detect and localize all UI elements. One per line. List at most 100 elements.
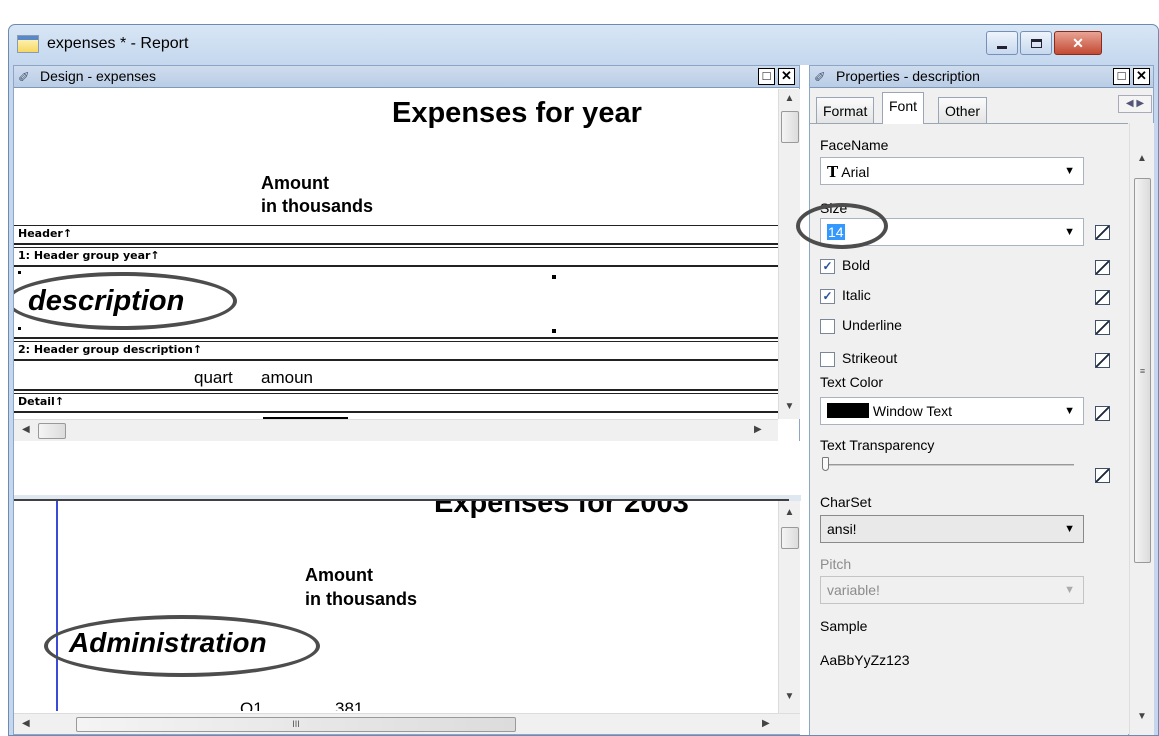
transparency-expression-button[interactable] [1095,468,1110,483]
report-window: expenses * - Report ✕ ✐ Design - expense… [8,24,1159,736]
underline-expression-button[interactable] [1095,320,1110,335]
quarter-field[interactable]: quart [194,368,233,388]
properties-vertical-scrollbar[interactable]: ▲ ≡ ▼ [1129,123,1154,735]
scroll-up-arrow[interactable]: ▲ [779,93,800,104]
band-divider[interactable] [14,411,778,413]
band-divider[interactable] [14,389,778,391]
text-color-dropdown[interactable]: Window Text ▼ [820,397,1084,425]
field-handle [18,271,21,274]
scroll-left-arrow[interactable]: ◀ [22,718,30,729]
close-icon: ✕ [1072,34,1084,51]
properties-pane-titlebar[interactable]: ✐ Properties - description □ ✕ [810,66,1153,88]
charset-dropdown[interactable]: ansi! ▼ [820,515,1084,543]
design-pane-title: Design - expenses [40,68,156,84]
preview-canvas[interactable]: Expenses for 2003 Amount in thousands Ad… [14,501,774,711]
properties-maximize-button[interactable]: □ [1113,68,1130,85]
strikeout-checkbox[interactable] [820,352,835,367]
group-year-band-label[interactable]: 1: Header group year↑ [18,249,160,262]
slider-handle[interactable] [822,457,829,471]
mdi-client-area: ✐ Design - expenses □ ✕ Expenses for yea… [13,65,1154,735]
band-divider[interactable] [14,265,778,267]
bold-label: Bold [842,257,871,273]
scroll-up-arrow[interactable]: ▲ [779,507,800,518]
design-pane: ✐ Design - expenses □ ✕ Expenses for yea… [13,65,801,520]
charset-value: ansi! [827,521,857,537]
scroll-down-arrow[interactable]: ▼ [1130,711,1154,722]
preview-horizontal-scrollbar[interactable]: ◀ III ▶ [14,713,800,734]
preview-vertical-scrollbar[interactable]: ▲ ▼ [778,501,800,713]
bold-expression-button[interactable] [1095,260,1110,275]
properties-pane: ✐ Properties - description □ ✕ Format Fo… [796,65,1154,735]
scroll-grip: III [292,719,300,729]
design-horizontal-scrollbar[interactable]: ◀ ▶ [14,419,778,441]
italic-expression-button[interactable] [1095,290,1110,305]
scroll-thumb[interactable] [781,527,799,549]
scroll-left-arrow[interactable]: ◀ [22,424,30,435]
scroll-right-arrow[interactable]: ▶ [762,718,770,729]
band-divider[interactable] [14,337,778,339]
chevron-down-icon: ▼ [1064,584,1075,596]
sample-text: AaBbYyZz123 [820,652,910,668]
band-divider[interactable] [14,359,778,361]
tab-format[interactable]: Format [816,97,875,123]
amount-heading-line2[interactable]: in thousands [261,196,373,217]
scroll-down-arrow[interactable]: ▼ [779,691,800,702]
amount-field[interactable]: amoun [261,368,313,388]
properties-pane-title: Properties - description [836,68,980,84]
band-divider[interactable] [14,243,778,245]
italic-label: Italic [842,287,871,303]
sample-label: Sample [820,618,868,634]
underline-checkbox[interactable] [820,319,835,334]
scroll-up-arrow[interactable]: ▲ [1130,153,1154,164]
pin-icon[interactable]: ✐ [814,69,826,86]
chevron-down-icon: ▼ [1064,165,1075,177]
design-vertical-scrollbar[interactable]: ▲ ▼ [778,89,800,419]
text-transparency-label: Text Transparency [820,437,935,453]
transparency-slider[interactable] [822,464,1074,466]
scroll-thumb[interactable] [38,423,66,439]
pitch-dropdown: variable! ▼ [820,576,1084,604]
pitch-label: Pitch [820,556,852,572]
minimize-button[interactable] [986,31,1018,55]
design-pane-titlebar[interactable]: ✐ Design - expenses □ ✕ [14,66,799,88]
group-description-band-label[interactable]: 2: Header group description↑ [18,343,202,356]
scroll-thumb[interactable] [781,111,799,143]
title-bar[interactable]: expenses * - Report ✕ [9,25,1158,63]
size-expression-button[interactable] [1095,225,1110,240]
scroll-down-arrow[interactable]: ▼ [779,401,800,412]
header-band-label[interactable]: Header↑ [18,227,72,240]
tab-other[interactable]: Other [938,97,988,123]
design-maximize-button[interactable]: □ [758,68,775,85]
scroll-right-arrow[interactable]: ▶ [754,424,762,435]
preview-amount-value: 381 [335,699,364,711]
tab-font[interactable]: Font [882,92,925,124]
band-divider [14,247,778,248]
detail-band-label[interactable]: Detail↑ [18,395,64,408]
maximize-button[interactable] [1020,31,1052,55]
properties-close-button[interactable]: ✕ [1133,68,1150,85]
highlight-oval [796,203,888,249]
color-swatch [827,403,869,418]
amount-heading-line1[interactable]: Amount [261,173,329,194]
bold-checkbox[interactable]: ✓ [820,259,835,274]
close-button[interactable]: ✕ [1054,31,1102,55]
facename-dropdown[interactable]: T Arial ▼ [820,157,1084,185]
scroll-thumb[interactable]: ≡ [1134,178,1151,563]
truetype-font-icon: T [827,163,839,181]
chevron-down-icon: ▼ [1064,226,1075,238]
design-close-button[interactable]: ✕ [778,68,795,85]
scroll-thumb[interactable]: III [76,717,516,732]
preview-amount-line2: in thousands [305,589,417,609]
strikeout-expression-button[interactable] [1095,353,1110,368]
italic-checkbox[interactable]: ✓ [820,289,835,304]
tab-scroll-arrows[interactable]: ◀ ▶ [1118,95,1152,113]
facename-label: FaceName [820,137,889,153]
report-title-label[interactable]: Expenses for year [392,97,642,130]
text-color-value: Window Text [872,403,952,419]
pin-icon[interactable]: ✐ [18,69,30,86]
text-color-expression-button[interactable] [1095,406,1110,421]
band-divider [14,341,778,342]
report-app-icon[interactable] [17,35,39,53]
field-handle [552,329,556,333]
field-handle [18,327,21,330]
